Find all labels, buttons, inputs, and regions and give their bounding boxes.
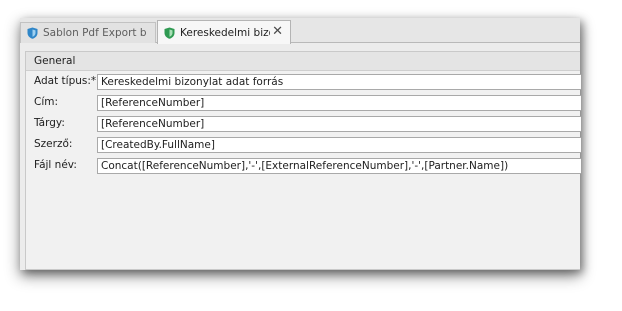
tab-label: Kereskedelmi bizony	[180, 26, 270, 39]
close-icon[interactable]: ✕	[272, 24, 283, 39]
file-name-label: Fájl név:	[34, 159, 77, 171]
title-field[interactable]: [ReferenceNumber]	[97, 95, 581, 111]
form-row-file-name: Fájl név: Concat([ReferenceNumber],'-',[…	[26, 158, 581, 174]
form-row-author: Szerző: [CreatedBy.FullName]	[26, 137, 581, 153]
subject-field[interactable]: [ReferenceNumber]	[97, 116, 581, 132]
subject-label: Tárgy:	[34, 117, 65, 129]
document-window: Sablon Pdf Export b Kereskedelmi bizony …	[20, 18, 581, 270]
tab-strip: Sablon Pdf Export b Kereskedelmi bizony …	[20, 18, 580, 44]
shield-icon	[27, 27, 38, 39]
general-group-panel: General Adat típus:* Kereskedelmi bizony…	[25, 51, 581, 270]
form-row-data-type: Adat típus:* Kereskedelmi bizonylat adat…	[26, 74, 581, 90]
author-label: Szerző:	[34, 138, 73, 150]
tab-sablon-pdf-export[interactable]: Sablon Pdf Export b	[20, 22, 156, 43]
tab-label: Sablon Pdf Export b	[43, 27, 147, 39]
file-name-field[interactable]: Concat([ReferenceNumber],'-',[ExternalRe…	[97, 158, 581, 174]
form-row-title: Cím: [ReferenceNumber]	[26, 95, 581, 111]
author-field[interactable]: [CreatedBy.FullName]	[97, 137, 581, 153]
form-row-subject: Tárgy: [ReferenceNumber]	[26, 116, 581, 132]
title-label: Cím:	[34, 96, 59, 108]
data-type-label: Adat típus:*	[34, 75, 97, 87]
group-header-general: General	[26, 52, 580, 71]
shield-icon	[164, 27, 175, 39]
tab-kereskedelmi-bizonylat[interactable]: Kereskedelmi bizony ✕	[157, 20, 291, 44]
data-type-field[interactable]: Kereskedelmi bizonylat adat forrás	[97, 74, 581, 90]
